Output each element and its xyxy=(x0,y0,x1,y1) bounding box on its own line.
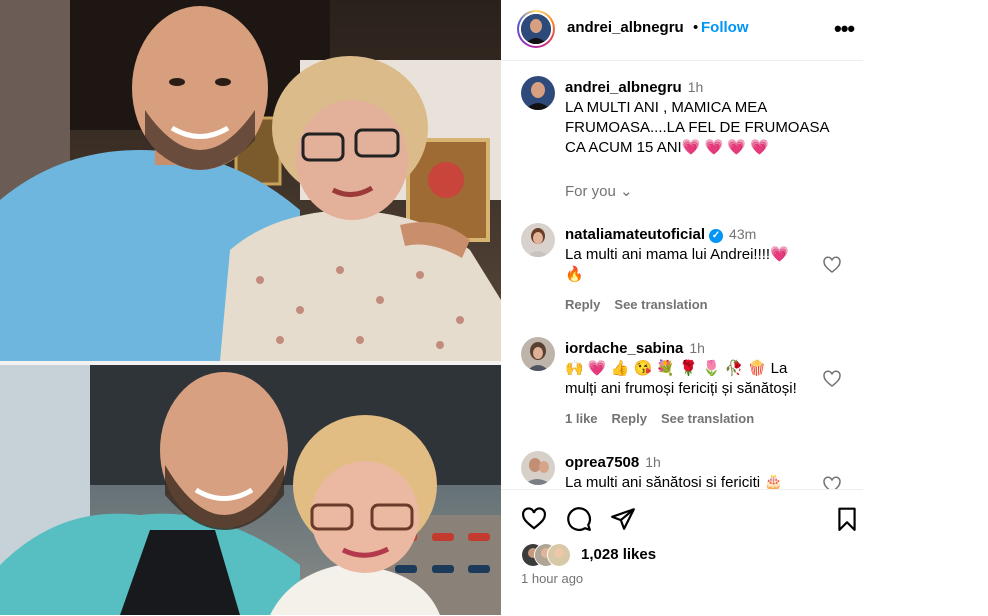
comment-avatar[interactable] xyxy=(521,337,555,371)
comment-time: 1h xyxy=(689,340,705,356)
comment-text: 🙌 💗 👍 😘 💐 🌹 🌷 🥀 🍿 La mulți ani frumoși f… xyxy=(565,360,797,397)
photo-top-image xyxy=(0,0,501,361)
comment-like-heart-icon[interactable] xyxy=(822,255,842,275)
comment-avatar[interactable] xyxy=(521,451,555,485)
follow-button[interactable]: Follow xyxy=(701,19,749,36)
comment-actions: Reply See translation xyxy=(565,297,722,312)
caption-username[interactable]: andrei_albnegru 1h xyxy=(565,79,703,96)
post-timestamp: 1 hour ago xyxy=(521,571,584,586)
more-options-icon[interactable]: ••• xyxy=(834,16,855,42)
comment-username[interactable]: nataliamateutoficial ✓ 43m xyxy=(565,226,756,243)
likes-count[interactable]: 1,028 likes xyxy=(581,546,656,563)
author-avatar[interactable] xyxy=(521,14,551,44)
comment-like-heart-icon[interactable] xyxy=(822,475,842,489)
comment-avatar[interactable] xyxy=(521,223,555,257)
post-photo[interactable] xyxy=(0,0,501,615)
for-you-dropdown[interactable]: For you ⌄ xyxy=(565,182,633,200)
comment-like-count[interactable]: 1 like xyxy=(565,411,598,426)
reply-button[interactable]: Reply xyxy=(612,411,647,426)
reply-button[interactable]: Reply xyxy=(565,297,600,312)
comment-actions: 1 like Reply See translation xyxy=(565,411,768,426)
liked-by-avatars[interactable] xyxy=(521,543,581,567)
caption-time: 1h xyxy=(687,79,704,95)
heart-outline-icon[interactable] xyxy=(521,506,547,532)
comments-section[interactable]: andrei_albnegru 1h LA MULTI ANI , MAMICA … xyxy=(501,61,863,489)
post-details-panel: andrei_albnegru • Follow ••• andrei_albn… xyxy=(501,0,863,615)
comment-bubble-icon[interactable] xyxy=(566,506,592,532)
see-translation-button[interactable]: See translation xyxy=(614,297,707,312)
paper-plane-icon[interactable] xyxy=(610,506,636,532)
author-username[interactable]: andrei_albnegru xyxy=(567,19,684,36)
bookmark-icon[interactable] xyxy=(834,506,860,532)
verified-badge-icon: ✓ xyxy=(709,229,724,243)
story-ring[interactable] xyxy=(517,10,555,48)
comment-text: La multi ani mama lui Andrei!!!!💗 🔥 xyxy=(565,246,789,283)
separator-dot: • xyxy=(693,19,699,36)
comment-username[interactable]: oprea7508 1h xyxy=(565,454,661,471)
comment-time: 43m xyxy=(729,226,757,242)
liker-avatar xyxy=(547,543,571,567)
comment-time: 1h xyxy=(645,454,661,470)
comment-username[interactable]: iordache_sabina 1h xyxy=(565,340,705,357)
caption-text: LA MULTI ANI , MAMICA MEA FRUMOASA....LA… xyxy=(565,99,829,156)
comment-like-heart-icon[interactable] xyxy=(822,369,842,389)
comment-text: La multi ani sănătosi si fericiti 🎂 xyxy=(565,474,783,489)
caption-avatar[interactable] xyxy=(521,76,555,110)
page-background xyxy=(863,0,988,615)
photo-bottom-image xyxy=(0,365,501,615)
post-header: andrei_albnegru • Follow ••• xyxy=(501,0,863,61)
see-translation-button[interactable]: See translation xyxy=(661,411,754,426)
post-actions-bar: 1,028 likes 1 hour ago xyxy=(501,489,863,616)
